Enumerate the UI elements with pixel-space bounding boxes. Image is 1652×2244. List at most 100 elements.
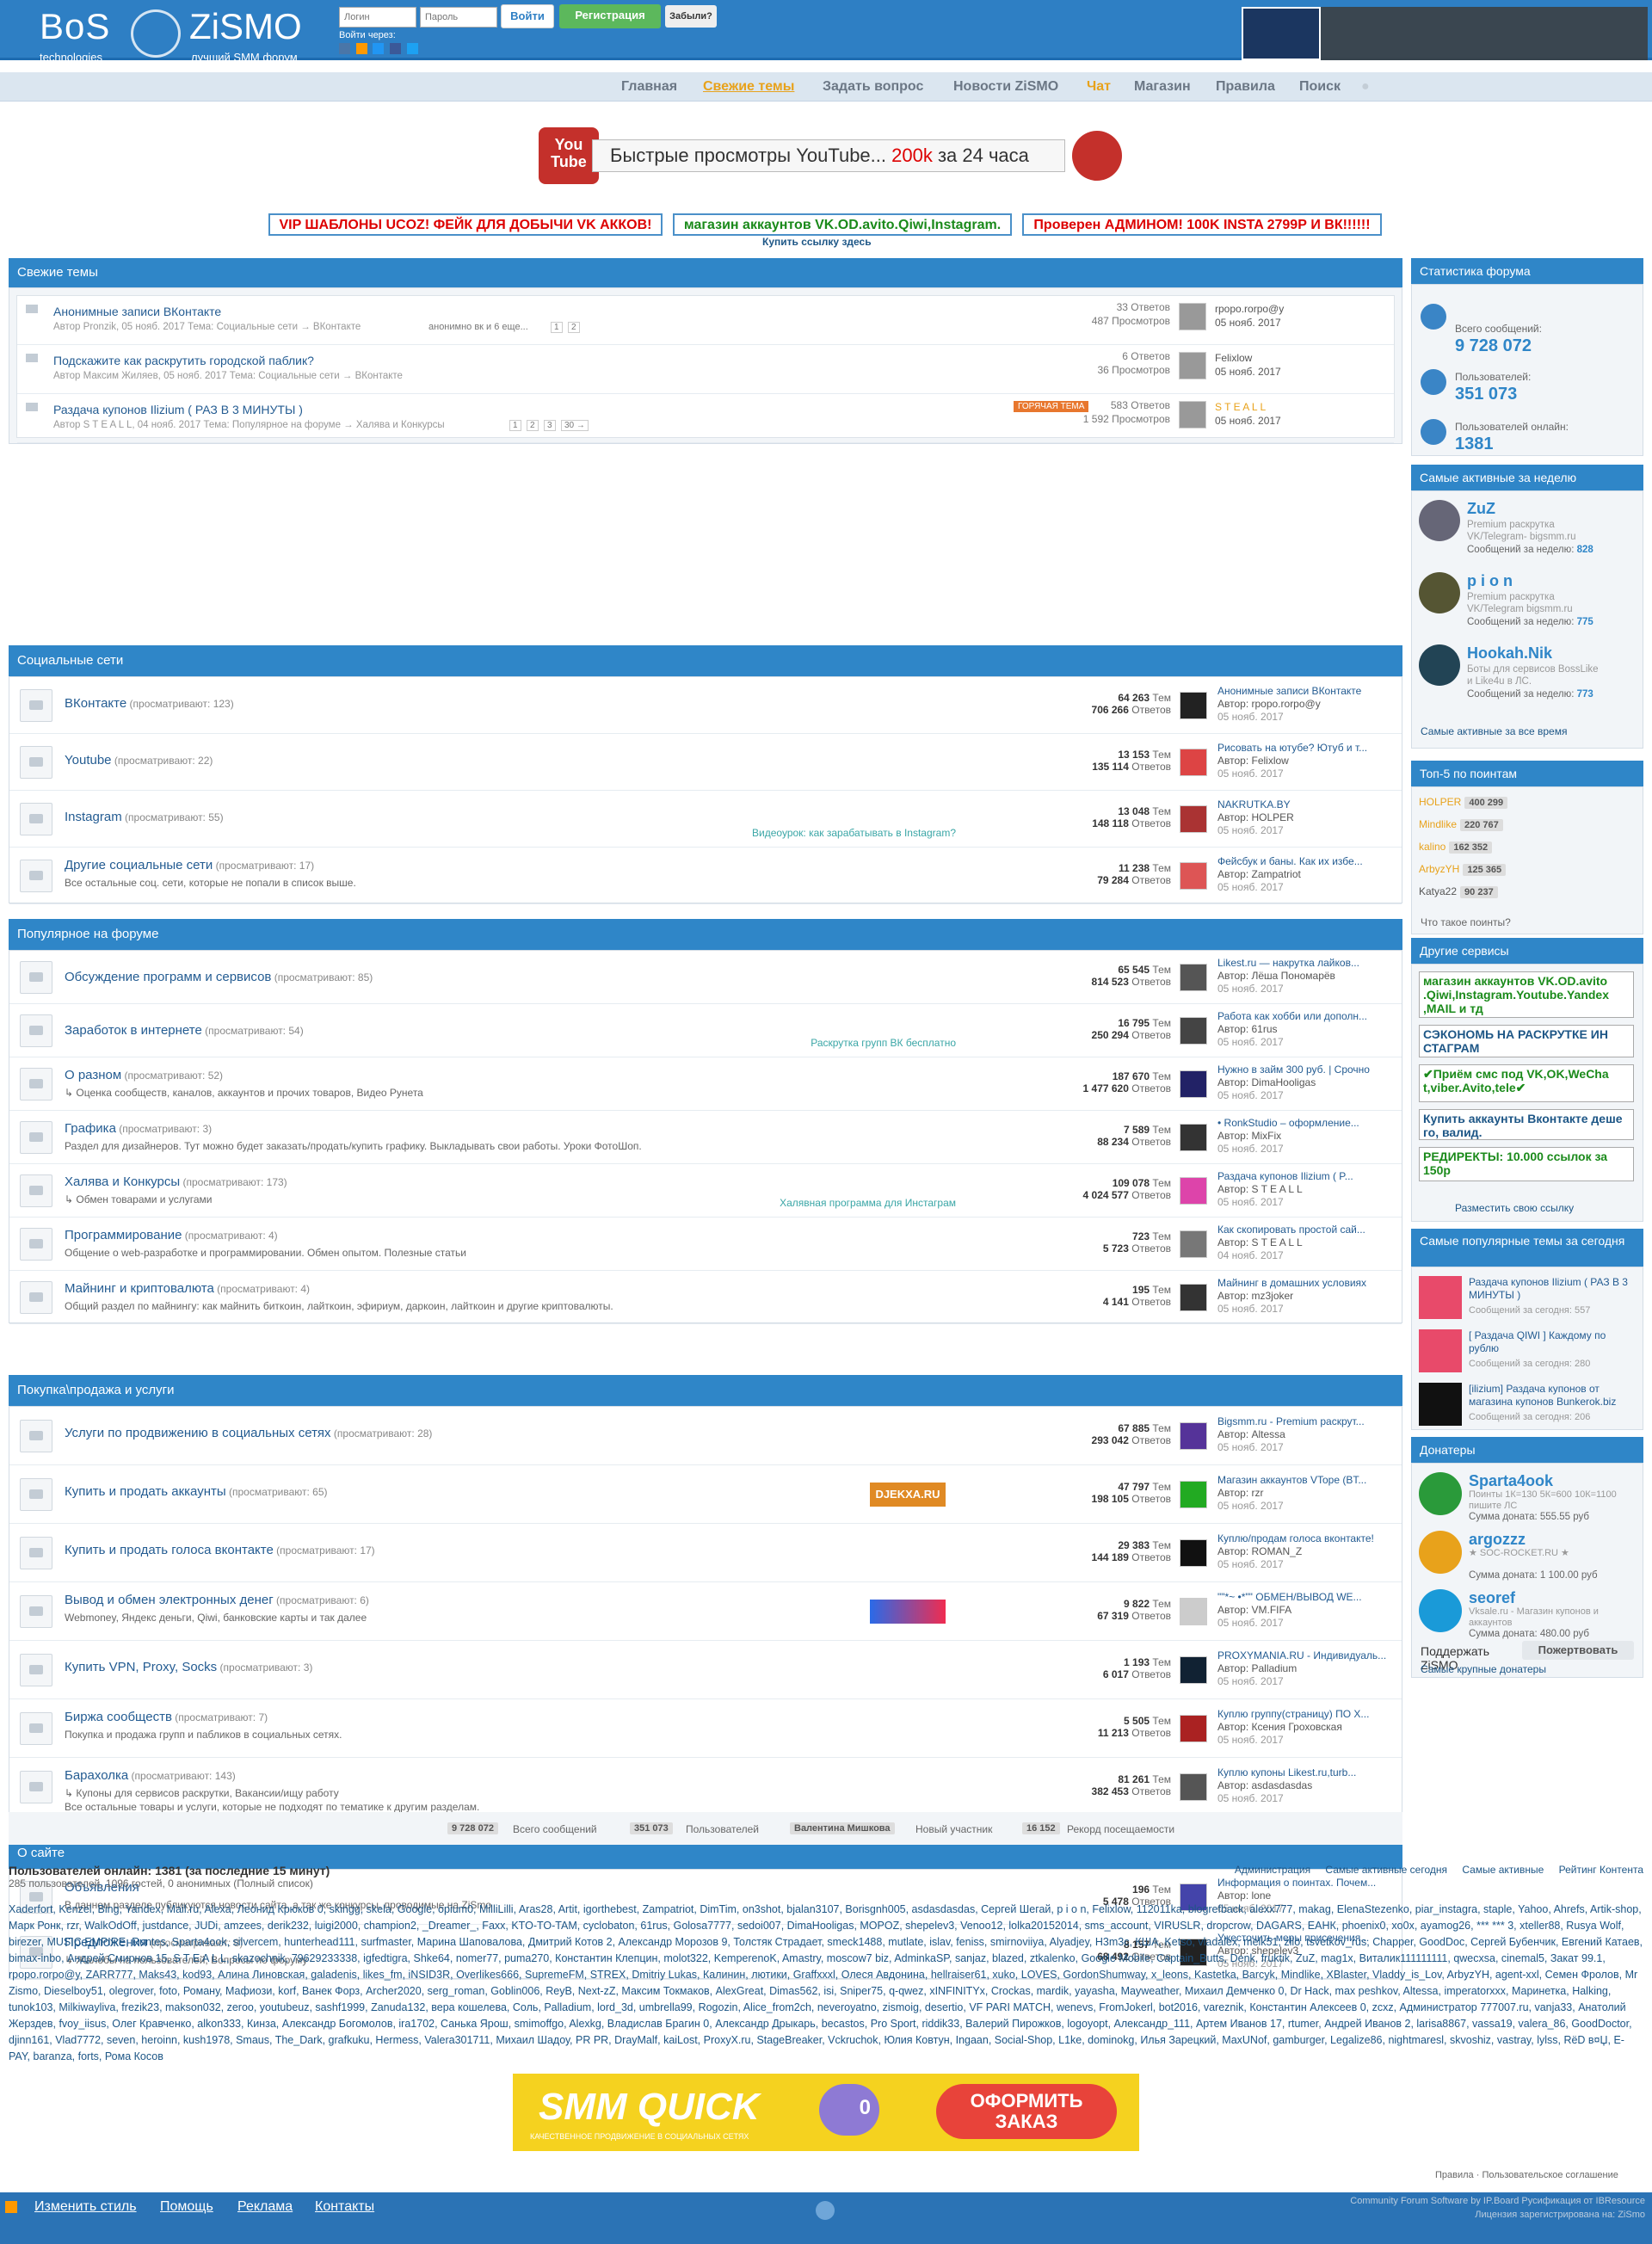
last-post-author[interactable]: Автор: asdasdasdas xyxy=(1217,1779,1398,1792)
top5-item[interactable]: HOLPER 400 299 xyxy=(1419,796,1508,809)
service-link[interactable]: СЭКОНОМЬ НА РАСКРУТКЕ ИН СТАГРАМ xyxy=(1419,1025,1634,1057)
forum-title[interactable]: Майнинг и криптовалюта (просматривают: 4… xyxy=(65,1281,310,1296)
youtube-banner[interactable]: You Tube Быстрые просмотры YouTube... 200… xyxy=(539,127,1124,184)
forum-title[interactable]: ВКонтакте (просматривают: 123) xyxy=(65,696,234,711)
top5-item[interactable]: Mindlike 220 767 xyxy=(1419,818,1503,831)
forum-mid-link[interactable]: Халявная программа для Инстаграм xyxy=(612,1197,956,1209)
forum-name[interactable]: Халява и Конкурсы xyxy=(65,1174,180,1189)
user-name[interactable]: ZuZ xyxy=(1467,500,1495,518)
page-link[interactable]: 1 xyxy=(509,420,521,431)
contacts-link[interactable]: Контакты xyxy=(315,2199,374,2215)
last-post-title[interactable]: Фейсбук и баны. Как их избе... xyxy=(1217,855,1398,868)
forum-name[interactable]: Программирование xyxy=(65,1228,182,1242)
popular-topic-title[interactable]: Раздача купонов Ilizium ( РАЗ В 3 МИНУТЫ… xyxy=(1469,1276,1634,1302)
forum-mid-link[interactable]: Раскрутка групп ВК бесплатно xyxy=(612,1037,956,1049)
last-post-author[interactable]: Автор: mz3joker xyxy=(1217,1290,1398,1303)
password-field[interactable] xyxy=(420,7,497,28)
forum-mid-link[interactable]: Видеоурок: как зарабатывать в Instagram? xyxy=(612,827,956,839)
ok-icon[interactable] xyxy=(355,43,367,54)
fresh-topic-title[interactable]: Раздача купонов Ilizium ( РАЗ В 3 МИНУТЫ… xyxy=(53,403,303,416)
last-post-author[interactable]: Автор: HOLPER xyxy=(1217,811,1398,824)
forum-row[interactable]: Барахолка (просматривают: 143) ↳ Купоны д… xyxy=(9,1758,1402,1816)
forum-row[interactable]: Услуги по продвижению в социальных сетях… xyxy=(9,1407,1402,1465)
forum-title[interactable]: Халява и Конкурсы (просматривают: 173) xyxy=(65,1174,287,1189)
top5-item[interactable]: Katya22 90 237 xyxy=(1419,885,1498,898)
last-post-title[interactable]: • RonkStudio – оформление... xyxy=(1217,1117,1398,1130)
top5-item[interactable]: kalino 162 352 xyxy=(1419,841,1493,854)
donor-avatar[interactable] xyxy=(1419,1589,1462,1632)
fresh-topic-row[interactable]: Анонимные записи ВКонтакте Автор Pronzik,… xyxy=(17,296,1394,345)
forum-name[interactable]: Майнинг и криптовалюта xyxy=(65,1281,214,1296)
forum-name[interactable]: Купить VPN, Proxy, Socks xyxy=(65,1660,217,1674)
forum-title[interactable]: Обсуждение программ и сервисов (просматр… xyxy=(65,970,373,984)
popular-topic-title[interactable]: [ Раздача QIWI ] Каждому по рублю xyxy=(1469,1329,1634,1355)
last-post-author[interactable]: Автор: rzr xyxy=(1217,1487,1398,1500)
alltime-link[interactable]: Самые активные за все время xyxy=(1421,725,1567,737)
page-link[interactable]: 2 xyxy=(527,420,539,431)
last-post-author[interactable]: Автор: MixFix xyxy=(1217,1130,1398,1143)
avatar[interactable] xyxy=(1179,401,1206,428)
top5-name[interactable]: Katya22 xyxy=(1419,885,1457,897)
fresh-user[interactable]: rpopo.rorpo@y xyxy=(1215,303,1284,315)
service-link[interactable]: магазин аккаунтов VK.OD.avito .Qiwi,Inst… xyxy=(1419,971,1634,1018)
last-post-author[interactable]: Автор: rpopo.rorpo@y xyxy=(1217,698,1398,711)
fresh-topic-title[interactable]: Анонимные записи ВКонтакте xyxy=(53,305,221,318)
topic-thumb[interactable] xyxy=(1419,1276,1462,1319)
last-post-title[interactable]: Куплю группу(страницу) ПО Х... xyxy=(1217,1708,1398,1721)
change-style-link[interactable]: Изменить стиль xyxy=(34,2199,137,2215)
donor-name[interactable]: seoref xyxy=(1469,1589,1515,1607)
last-post-title[interactable]: PROXYMANIA.RU - Индивидуаль... xyxy=(1217,1649,1398,1662)
last-post-title[interactable]: ""*~ •*"" ОБМЕН/ВЫВОД WE... xyxy=(1217,1591,1398,1604)
last-post-avatar[interactable] xyxy=(1180,964,1207,991)
place-link[interactable]: Разместить свою ссылку xyxy=(1455,1202,1574,1214)
last-post-title[interactable]: Магазин аккаунтов VTope (BT... xyxy=(1217,1474,1398,1487)
rating-link[interactable]: Рейтинг Контента xyxy=(1559,1864,1643,1876)
donate-button[interactable]: Пожертвовать xyxy=(1522,1641,1634,1660)
forum-title[interactable]: Купить и продать голоса вконтакте (просм… xyxy=(65,1543,375,1557)
forum-row[interactable]: Купить и продать аккаунты (просматривают… xyxy=(9,1465,1402,1524)
online-users-list[interactable]: Xaderfort, Kenzel, Bing, Yandex, Mail.ru… xyxy=(9,1902,1643,2065)
forum-row[interactable]: Вывод и обмен электронных денег (просмат… xyxy=(9,1582,1402,1641)
rules-footer-link[interactable]: Правила · Пользовательское соглашение xyxy=(1435,2170,1618,2180)
fresh-topic-title[interactable]: Подскажите как раскрутить городской пабл… xyxy=(53,354,314,367)
last-post-title[interactable]: Likest.ru — накрутка лайков... xyxy=(1217,957,1398,970)
forum-row[interactable]: Заработок в интернете (просматривают: 54… xyxy=(9,1004,1402,1057)
header-ad-logo[interactable] xyxy=(1242,7,1321,60)
top5-name[interactable]: Mindlike xyxy=(1419,818,1457,830)
top5-item[interactable]: ArbyzYH 125 365 xyxy=(1419,863,1507,876)
last-post-avatar[interactable] xyxy=(1180,1070,1207,1098)
forum-row[interactable]: Халява и Конкурсы (просматривают: 173) ↳ … xyxy=(9,1164,1402,1218)
fresh-topic-row[interactable]: Подскажите как раскрутить городской пабл… xyxy=(17,345,1394,394)
last-post-avatar[interactable] xyxy=(1180,1715,1207,1742)
top5-name[interactable]: kalino xyxy=(1419,841,1446,853)
donor-avatar[interactable] xyxy=(1419,1472,1462,1515)
donor-name[interactable]: Sparta4ook xyxy=(1469,1472,1553,1490)
ad-link-3[interactable]: Проверен АДМИНОМ! 100K INSTA 2799Р И ВК!… xyxy=(1022,213,1382,236)
forum-name[interactable]: Вывод и обмен электронных денег xyxy=(65,1593,274,1607)
nav-search[interactable]: Поиск xyxy=(1299,79,1341,95)
page-link[interactable]: 30 → xyxy=(561,420,589,431)
last-post-author[interactable]: Автор: Zampatriot xyxy=(1217,868,1398,881)
forum-row[interactable]: Биржа сообществ (просматривают: 7) Покупк… xyxy=(9,1699,1402,1758)
nav-home[interactable]: Главная xyxy=(621,79,677,95)
avatar[interactable] xyxy=(1179,352,1206,379)
last-post-title[interactable]: Куплю/продам голоса вконтакте! xyxy=(1217,1532,1398,1545)
service-link[interactable]: ✔Приём смс под VK,OK,WeCha t,viber.Avito… xyxy=(1419,1064,1634,1102)
last-post-title[interactable]: Как скопировать простой сай... xyxy=(1217,1224,1398,1236)
forum-title[interactable]: Барахолка (просматривают: 143) xyxy=(65,1768,236,1783)
last-post-author[interactable]: Автор: Altessa xyxy=(1217,1428,1398,1441)
top5-name[interactable]: ArbyzYH xyxy=(1419,863,1459,875)
nav-news[interactable]: Новости ZiSMO xyxy=(953,79,1058,95)
forum-row[interactable]: О разном (просматривают: 52) ↳ Оценка соо… xyxy=(9,1057,1402,1111)
forum-title[interactable]: Вывод и обмен электронных денег (просмат… xyxy=(65,1593,369,1607)
last-post-title[interactable]: Майнинг в домашних условиях xyxy=(1217,1277,1398,1290)
big-donors-link[interactable]: Самые крупные донатеры xyxy=(1421,1663,1546,1675)
forum-row[interactable]: Instagram (просматривают: 55) Видеоурок: … xyxy=(9,791,1402,848)
ad-link-1[interactable]: VIP ШАБЛОНЫ UCOZ! ФЕЙК ДЛЯ ДОБЫЧИ VK АКК… xyxy=(268,213,663,236)
last-post-avatar[interactable] xyxy=(1180,862,1207,890)
last-post-author[interactable]: Автор: S T E A L L xyxy=(1217,1236,1398,1249)
forgot-button[interactable]: Забыли? xyxy=(665,5,717,28)
last-post-author[interactable]: Автор: VM.FIFA xyxy=(1217,1604,1398,1617)
topic-thumb[interactable] xyxy=(1419,1329,1462,1372)
last-post-title[interactable]: Рисовать на ютубе? Ютуб и т... xyxy=(1217,742,1398,755)
